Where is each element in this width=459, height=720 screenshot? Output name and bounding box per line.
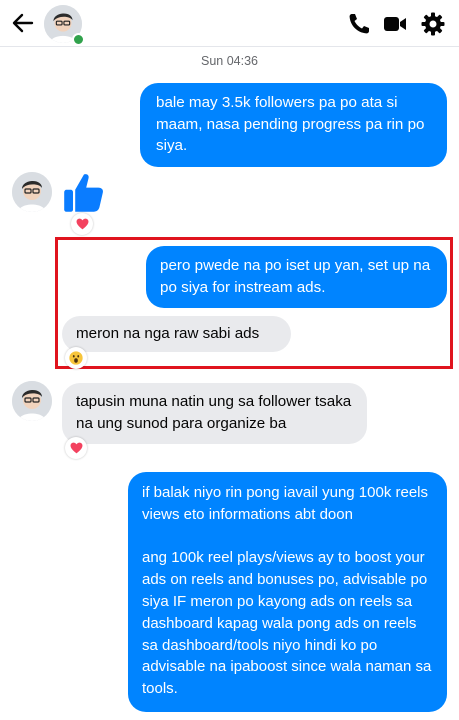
video-camera-icon[interactable]: [382, 11, 408, 37]
arrow-left-icon[interactable]: [10, 10, 36, 36]
wow-face-icon: [69, 351, 83, 365]
outgoing-message[interactable]: pero pwede na po iset up yan, set up na …: [146, 246, 447, 308]
thumbs-up-icon[interactable]: [62, 170, 106, 214]
outgoing-message[interactable]: bale may 3.5k followers pa po ata si maa…: [140, 83, 447, 167]
incoming-message[interactable]: meron na nga raw sabi ads: [62, 316, 291, 352]
phone-icon[interactable]: [346, 11, 372, 37]
chat-header: [0, 0, 459, 47]
outgoing-message[interactable]: if balak niyo rin pong iavail yung 100k …: [128, 472, 447, 712]
heart-icon: [76, 218, 88, 230]
heart-reaction[interactable]: [71, 213, 93, 235]
heart-icon: [70, 442, 82, 454]
online-status-dot: [72, 33, 85, 46]
contact-avatar[interactable]: [12, 381, 52, 421]
message-timestamp: Sun 04:36: [201, 54, 258, 68]
wow-reaction[interactable]: [65, 347, 87, 369]
incoming-message[interactable]: tapusin muna natin ung sa follower tsaka…: [62, 383, 367, 444]
gear-icon[interactable]: [420, 11, 446, 37]
heart-reaction[interactable]: [65, 437, 87, 459]
contact-avatar[interactable]: [12, 172, 52, 212]
